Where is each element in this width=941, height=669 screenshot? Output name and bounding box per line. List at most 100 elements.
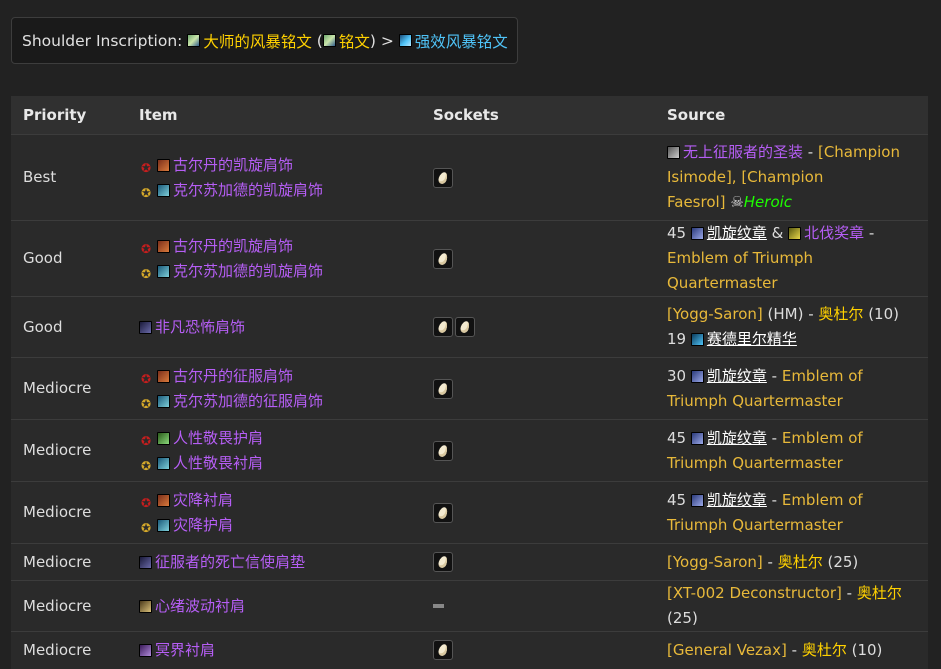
champion-link[interactable]: Isimode], [Champion [667,168,823,186]
item-link[interactable]: 灾降衬肩 [173,491,233,509]
currency-link[interactable]: 赛德里尔精华 [707,330,797,348]
item-link[interactable]: 人性敬畏衬肩 [173,454,263,472]
gem-socket-icon [433,167,453,188]
dash-text: - [803,143,818,161]
item-link[interactable]: 克尔苏加德的征服肩饰 [173,392,323,410]
header-colon: : [177,31,183,50]
zone-link[interactable]: 奥杜尔 [857,584,902,602]
item-link[interactable]: 古尔丹的征服肩饰 [173,367,293,385]
priority-cell: Mediocre [11,481,127,544]
champion-link[interactable]: [Champion [818,143,900,161]
rune-icon [187,34,201,47]
vendor-link[interactable]: Emblem of Triumph Quartermaster [667,249,813,292]
inscription-header: Shoulder Inscription: 大师的风暴铭文 (铭文) > 强效风… [11,17,518,64]
shoulder-item-icon [157,456,170,470]
gem-socket-icon [433,440,453,461]
shoulder-item-icon [157,264,170,278]
scroll-icon [398,34,412,47]
item-link[interactable]: 古尔丹的凯旋肩饰 [173,237,293,255]
source-cell: 45 凯旋纹章 - Emblem of Triumph Quartermaste… [655,481,928,544]
boss-link[interactable]: [General Vezax] [667,641,787,659]
token-link[interactable]: 无上征服者的圣装 [683,143,803,161]
horde-icon: ✪ [140,160,152,175]
variant-inscription-link[interactable]: 铭文 [339,30,370,52]
item-link[interactable]: 冥界衬肩 [155,641,215,659]
currency-link[interactable]: 凯旋纹章 [707,491,767,509]
sockets-cell [421,296,655,358]
raid-size: (25) [822,552,859,571]
no-socket-dash [433,604,444,608]
shoulder-item-icon [157,158,170,172]
vendor-link[interactable]: Triumph Quartermaster [667,516,843,534]
vendor-link[interactable]: Emblem of [782,491,863,509]
table-row: Good 非凡恐怖肩饰 [Yogg-Saron] (HM) - 奥杜尔 (10)… [11,296,928,358]
sockets-cell [421,220,655,297]
champion-link[interactable]: Faesrol] [667,193,726,211]
shoulder-item-icon [139,320,152,334]
vendor-link[interactable]: Emblem of [782,367,863,385]
col-source: Source [655,96,928,135]
boss-link[interactable]: [XT-002 Deconstructor] [667,584,842,602]
gem-socket-icon [455,317,475,337]
vendor-link[interactable]: Triumph Quartermaster [667,392,843,410]
table-row: Mediocre 征服者的死亡信使肩垫 [Yogg-Saron] - 奥杜尔 (… [11,543,928,581]
shoulder-item-icon [139,555,152,569]
medal-icon [788,227,802,240]
amp-text: & [766,224,789,242]
token-icon [667,146,680,159]
item-link[interactable]: 克尔苏加德的凯旋肩饰 [173,262,323,280]
shoulder-item-icon [157,518,170,532]
currency-count: 45 [667,428,687,447]
sockets-cell [421,357,655,420]
primary-inscription-link[interactable]: 大师的风暴铭文 [203,30,312,52]
priority-cell: Best [11,134,127,221]
boss-link[interactable]: [Yogg-Saron] [667,553,763,571]
gem-socket-icon [433,378,453,399]
alliance-icon: ✪ [140,185,152,200]
zone-link[interactable]: 奥杜尔 [778,553,823,571]
item-link[interactable]: 征服者的死亡信使肩垫 [155,553,305,571]
zone-link[interactable]: 奥杜尔 [802,641,847,659]
item-link[interactable]: 人性敬畏护肩 [173,429,263,447]
shoulder-item-icon [157,431,170,445]
source-cell: 45 凯旋纹章 & 北伐奖章 - Emblem of Triumph Quart… [655,220,928,297]
item-link[interactable]: 灾降护肩 [173,516,233,534]
currency-link[interactable]: 凯旋纹章 [707,224,767,242]
col-sockets: Sockets [421,96,655,135]
gem-socket-icon [433,248,453,269]
boss-link[interactable]: [Yogg-Saron] [667,305,763,323]
table-row: Good ✪ 古尔丹的凯旋肩饰 ✪ 克尔苏加德的凯旋肩饰 45 凯旋纹章 & 北伐奖… [11,220,928,297]
mode-text: (HM) - [762,305,819,323]
secondary-inscription-link[interactable]: 强效风暴铭文 [415,30,508,52]
source-cell: [Yogg-Saron] (HM) - 奥杜尔 (10) 19 赛德里尔精华 [655,296,928,358]
item-link[interactable]: 克尔苏加德的凯旋肩饰 [173,181,323,199]
alliance-icon: ✪ [140,266,152,281]
sockets-cell [421,134,655,221]
col-item: Item [127,96,421,135]
sockets-cell [421,631,655,669]
currency-link[interactable]: 北伐奖章 [804,224,864,242]
item-cell: ✪ 古尔丹的凯旋肩饰 ✪ 克尔苏加德的凯旋肩饰 [127,134,421,221]
dash-text: - [864,224,875,242]
currency-link[interactable]: 凯旋纹章 [707,429,767,447]
source-cell: [General Vezax] - 奥杜尔 (10) [655,631,928,669]
currency-link[interactable]: 凯旋纹章 [707,367,767,385]
item-cell: ✪ 古尔丹的征服肩饰 ✪ 克尔苏加德的征服肩饰 [127,357,421,420]
item-link[interactable]: 古尔丹的凯旋肩饰 [173,156,293,174]
item-link[interactable]: 心绪波动衬肩 [155,597,245,615]
table-row: Mediocre 心绪波动衬肩 [XT-002 Deconstructor] -… [11,580,928,632]
alliance-icon: ✪ [140,396,152,411]
vendor-link[interactable]: Emblem of [782,429,863,447]
alliance-icon: ✪ [140,458,152,473]
priority-cell: Good [11,220,127,297]
item-cell: 非凡恐怖肩饰 [127,296,421,358]
dash-text: - [766,428,782,447]
vendor-link[interactable]: Triumph Quartermaster [667,454,843,472]
zone-link[interactable]: 奥杜尔 [818,305,863,323]
item-link[interactable]: 非凡恐怖肩饰 [155,318,245,336]
essence-icon [690,333,704,346]
priority-cell: Mediocre [11,580,127,632]
item-cell: ✪ 灾降衬肩 ✪ 灾降护肩 [127,481,421,544]
table-row: Mediocre ✪ 灾降衬肩 ✪ 灾降护肩 45 凯旋纹章 - Emblem of… [11,481,928,544]
raid-size: (25) [667,609,698,627]
